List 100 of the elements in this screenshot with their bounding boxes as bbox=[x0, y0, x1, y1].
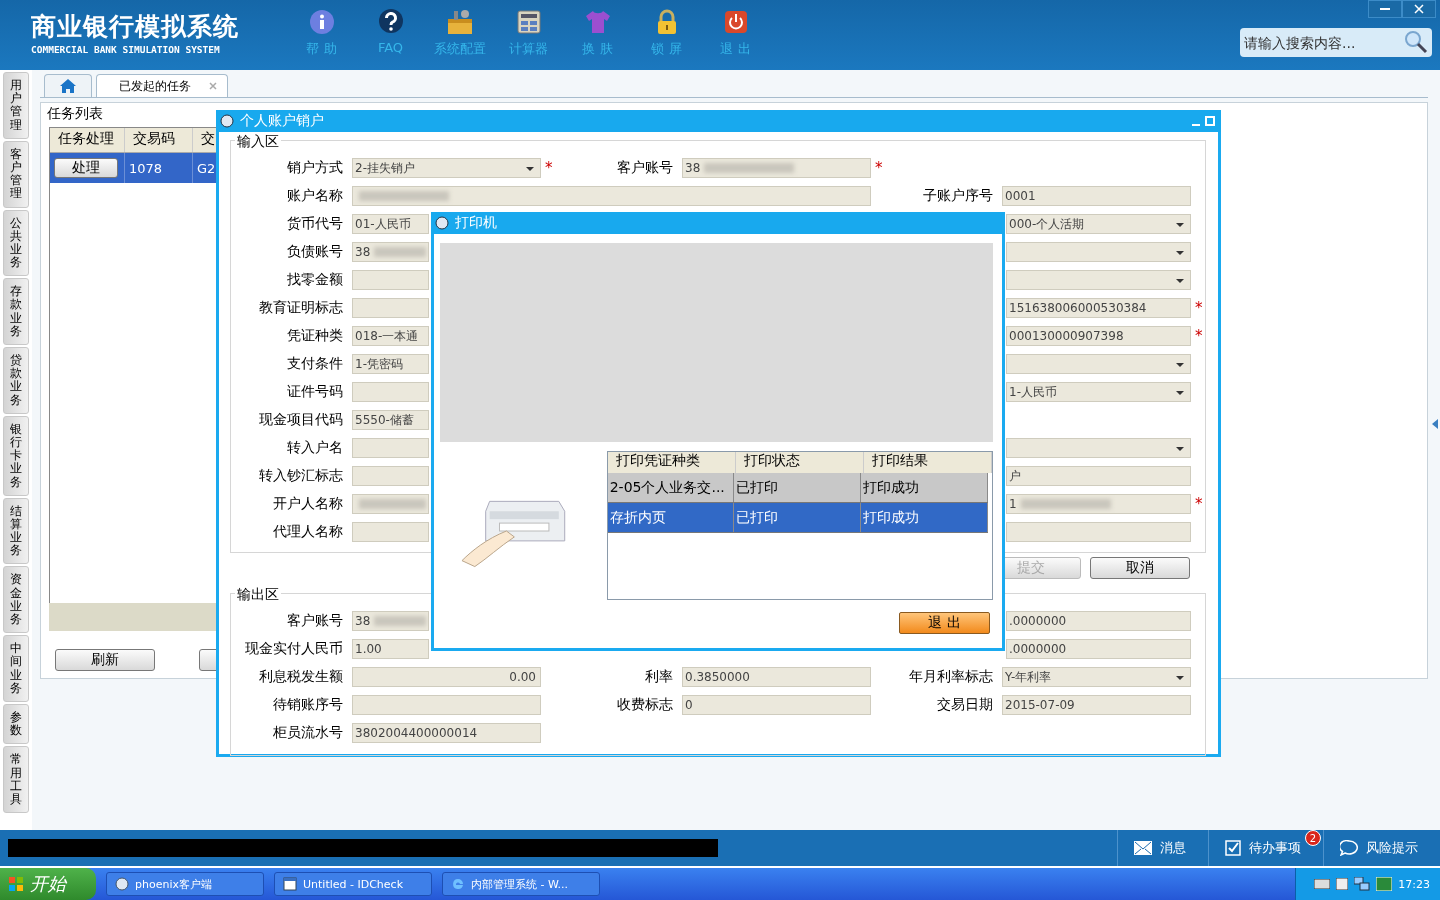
home-tab[interactable] bbox=[44, 74, 92, 97]
input-field[interactable]: 0.00 bbox=[352, 667, 541, 687]
keyboard-icon[interactable] bbox=[1314, 879, 1331, 889]
input-field[interactable] bbox=[352, 438, 429, 458]
group-title: 输入区 bbox=[235, 133, 281, 151]
input-field[interactable]: 0.3850000 bbox=[682, 667, 871, 687]
dropdown-field[interactable] bbox=[1006, 270, 1191, 290]
caret-icon bbox=[526, 167, 534, 171]
taskbar-button[interactable]: Untitled - IDCheck bbox=[274, 872, 432, 896]
table-cell: 已打印 bbox=[734, 503, 861, 532]
input-field[interactable] bbox=[352, 522, 429, 542]
field-label: 现金项目代码 bbox=[258, 411, 344, 429]
input-field[interactable]: 38 bbox=[682, 158, 871, 178]
input-field[interactable]: 018-一本通 bbox=[352, 326, 429, 346]
process-button[interactable]: 处理 bbox=[54, 158, 118, 178]
app-title: 商业银行模拟系统 bbox=[31, 12, 240, 42]
field-label: 柜员流水号 bbox=[272, 724, 344, 742]
dropdown-field[interactable]: Y-年利率 bbox=[1002, 667, 1191, 687]
tab[interactable]: 已发起的任务 bbox=[96, 74, 228, 97]
dropdown-field[interactable]: 000-个人活期 bbox=[1006, 214, 1191, 234]
exit-button[interactable]: 退 出 bbox=[899, 612, 990, 634]
input-field[interactable] bbox=[352, 695, 541, 715]
app-icon[interactable] bbox=[1376, 877, 1393, 891]
search-field[interactable]: 请输入搜索内容... bbox=[1240, 28, 1432, 57]
table-row[interactable]: 2-05个人业务交... 已打印 打印成功 bbox=[607, 473, 988, 503]
input-field[interactable]: 000130000907398 bbox=[1006, 326, 1191, 346]
sidebar-tab[interactable]: 存款业务 bbox=[3, 278, 29, 345]
input-field[interactable]: 38 bbox=[352, 611, 429, 631]
table-row[interactable]: 存折内页 已打印 打印成功 bbox=[607, 503, 988, 533]
close-icon bbox=[1414, 4, 1424, 14]
sidebar-tab[interactable]: 贷款业务 bbox=[3, 347, 29, 414]
dropdown-field[interactable] bbox=[1006, 438, 1191, 458]
field-label: 找零金额 bbox=[286, 271, 344, 289]
input-field[interactable]: 151638006000530384 bbox=[1006, 298, 1191, 318]
shirt-icon bbox=[583, 9, 612, 35]
status-button[interactable]: 消息 bbox=[1117, 830, 1208, 866]
dropdown-field[interactable] bbox=[1006, 242, 1191, 262]
info-icon bbox=[308, 9, 335, 35]
input-field[interactable] bbox=[1006, 522, 1191, 542]
input-field[interactable]: 1.00 bbox=[352, 639, 429, 659]
group-title: 任务列表 bbox=[47, 105, 103, 123]
field-label: 负债账号 bbox=[286, 243, 344, 261]
sidebar-tab[interactable]: 客户管理 bbox=[3, 140, 29, 208]
column-header: 任务处理 bbox=[50, 128, 125, 152]
sidebar-tab[interactable]: 中间业务 bbox=[3, 635, 29, 702]
input-field[interactable]: 2015-07-09 bbox=[1002, 695, 1191, 715]
input-field[interactable]: 0 bbox=[682, 695, 871, 715]
caret-icon bbox=[1176, 223, 1184, 227]
dropdown-field[interactable]: 2-挂失销户 bbox=[352, 158, 541, 178]
input-field[interactable]: 户 bbox=[1006, 466, 1191, 486]
column-header: 交易码 bbox=[125, 128, 193, 152]
input-field[interactable] bbox=[352, 270, 429, 290]
sidebar-tab[interactable]: 银行卡业务 bbox=[3, 415, 29, 496]
dialog-title: 个人账户销户 bbox=[240, 112, 324, 130]
required-mark: * bbox=[874, 159, 884, 177]
input-field[interactable]: 38 bbox=[352, 242, 429, 262]
status-button[interactable]: 待办事项 2 bbox=[1208, 830, 1323, 866]
input-field[interactable] bbox=[352, 466, 429, 486]
count-badge: 2 bbox=[1305, 830, 1321, 846]
sidebar-tab[interactable]: 用户管理 bbox=[3, 72, 29, 139]
dialog-button[interactable]: 取消 bbox=[1090, 557, 1190, 579]
collapse-icon[interactable] bbox=[1432, 419, 1438, 429]
sidebar-tab[interactable]: 结算业务 bbox=[3, 497, 29, 565]
dropdown-field[interactable] bbox=[1006, 354, 1191, 374]
sidebar-tab[interactable]: 常用工具 bbox=[3, 746, 29, 814]
sidebar-tab[interactable]: 公共业务 bbox=[3, 209, 29, 277]
input-field[interactable]: 01-人民币 bbox=[352, 214, 429, 234]
input-field[interactable]: 3802004400000014 bbox=[352, 723, 541, 743]
input-field[interactable]: .0000000 bbox=[1006, 639, 1191, 659]
close-button[interactable] bbox=[1402, 0, 1436, 18]
taskbar-button[interactable]: 内部管理系统 - W... bbox=[442, 872, 600, 896]
status-button[interactable]: 风险提示 bbox=[1323, 830, 1440, 866]
dropdown-field[interactable]: 1-人民币 bbox=[1006, 382, 1191, 402]
field-label: 证件号码 bbox=[286, 383, 344, 401]
field-label: 开户人名称 bbox=[272, 495, 344, 513]
browser-icon bbox=[451, 877, 465, 891]
network-icon[interactable] bbox=[1354, 877, 1371, 891]
input-field[interactable]: .0000000 bbox=[1006, 611, 1191, 631]
minimize-button[interactable] bbox=[1368, 0, 1402, 18]
caret-icon bbox=[1176, 279, 1184, 283]
sidebar-tab[interactable]: 参数 bbox=[3, 703, 29, 745]
mail-icon bbox=[1134, 841, 1152, 855]
restore-icon[interactable] bbox=[1205, 116, 1215, 126]
input-field[interactable]: 5550-储蓄 bbox=[352, 410, 429, 430]
field-label: 子账户序号 bbox=[922, 187, 994, 205]
input-field[interactable] bbox=[352, 494, 429, 514]
input-field[interactable]: 1-凭密码 bbox=[352, 354, 429, 374]
input-field[interactable] bbox=[352, 382, 429, 402]
refresh-button[interactable]: 刷新 bbox=[55, 649, 155, 671]
field-label: 年月利率标志 bbox=[908, 668, 994, 686]
caret-icon bbox=[1176, 676, 1184, 680]
input-field[interactable]: 1 bbox=[1006, 494, 1191, 514]
field-label: 账户名称 bbox=[286, 187, 344, 205]
input-field[interactable] bbox=[352, 298, 429, 318]
table-cell: 存折内页 bbox=[607, 503, 735, 532]
taskbar-button[interactable]: phoenix客户端 bbox=[106, 872, 264, 896]
field-label: 利率 bbox=[644, 668, 674, 686]
input-field[interactable] bbox=[352, 186, 871, 206]
input-field[interactable]: 0001 bbox=[1002, 186, 1191, 206]
sidebar-tab[interactable]: 资金业务 bbox=[3, 566, 29, 634]
